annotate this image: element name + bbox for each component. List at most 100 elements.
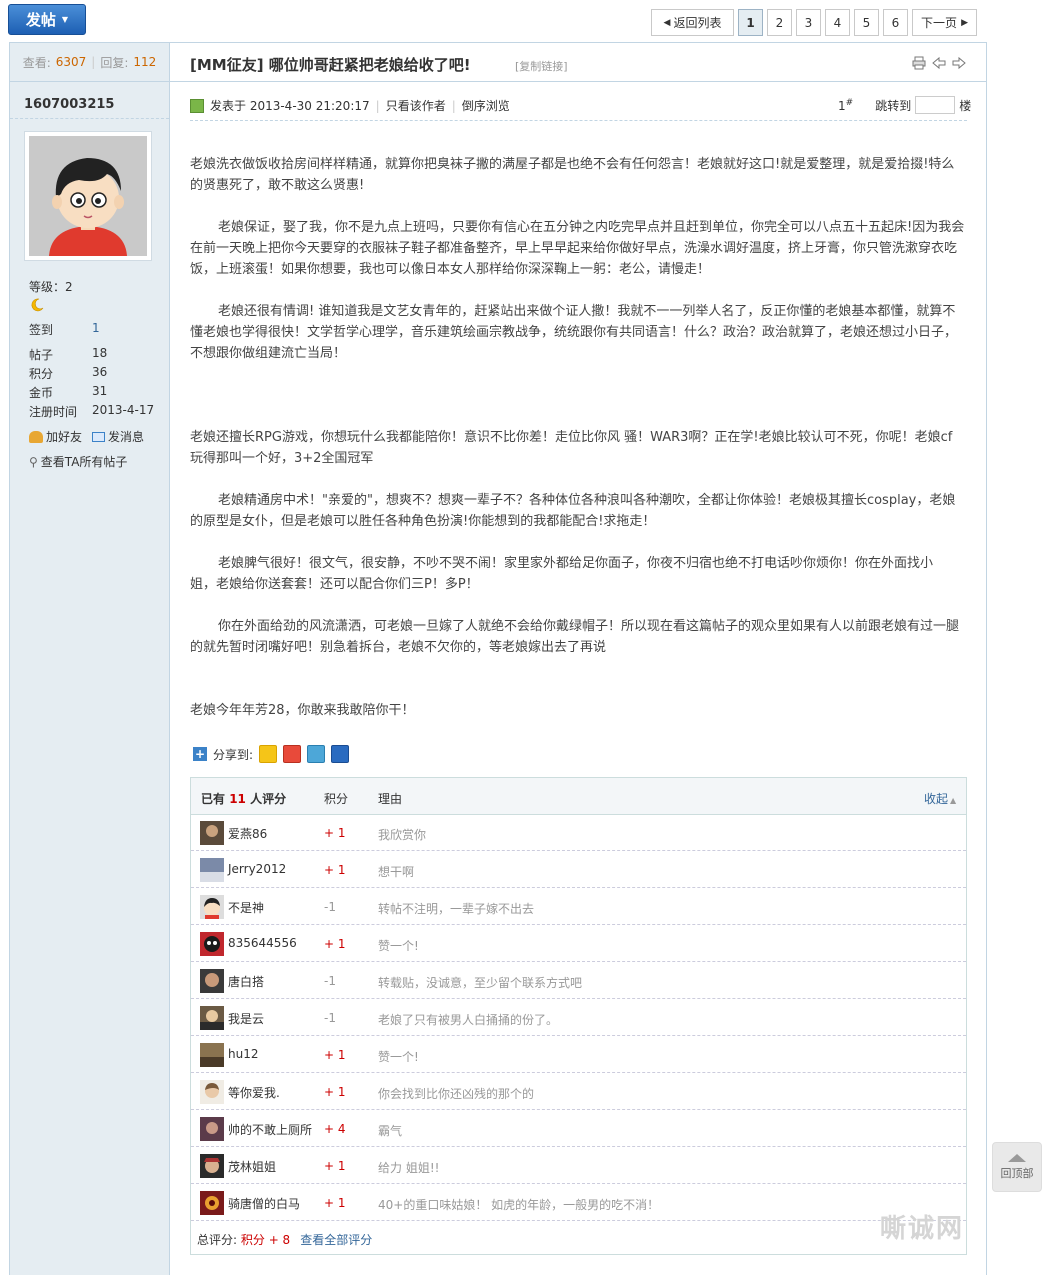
ratings-col-score: 积分 — [324, 792, 349, 806]
view-all-ratings-link[interactable]: 查看全部评分 — [300, 1231, 372, 1248]
weibo-share-icon[interactable] — [283, 745, 302, 763]
send-message-link[interactable]: 发消息 — [92, 428, 144, 445]
ratings-count: 已有 11 人评分 — [201, 790, 286, 807]
table-row — [191, 851, 966, 888]
post-paragraph: 老娘还很有情调! 谁知道我是文艺女青年的，赶紧站出来做个证人撒！我就不一一列举人… — [190, 304, 958, 361]
back-to-list-label: 返回列表 — [673, 16, 722, 30]
page-1[interactable]: 1 — [738, 9, 763, 36]
post-button[interactable]: 发帖 ▼ — [8, 4, 86, 35]
copy-link-button[interactable]: [复制链接] — [515, 58, 568, 74]
view-user-posts-label: 查看TA所有帖子 — [40, 455, 128, 469]
page-3[interactable]: 3 — [796, 9, 821, 36]
rating-score: -1 — [324, 974, 336, 988]
rater-name[interactable]: 茂林姐姐 — [228, 1158, 276, 1175]
next-page-button[interactable]: 下一页 ▶ — [912, 9, 977, 36]
stats-divider: | — [91, 55, 96, 69]
tencent-weibo-share-icon[interactable] — [307, 745, 326, 763]
rater-name[interactable]: 不是神 — [228, 899, 264, 916]
rater-avatar[interactable] — [200, 821, 224, 845]
collapse-ratings-button[interactable]: 收起 ▲ — [924, 790, 956, 807]
next-page-label: 下一页 — [921, 16, 958, 30]
prev-thread-icon[interactable] — [932, 56, 946, 70]
table-row — [191, 925, 966, 962]
rater-name[interactable]: Jerry2012 — [228, 862, 286, 876]
rater-avatar[interactable] — [200, 969, 224, 993]
author-name[interactable]: 1607003215 — [24, 97, 114, 112]
rater-avatar[interactable] — [200, 932, 224, 956]
avatar-image — [29, 136, 147, 256]
rating-score: + 1 — [324, 826, 346, 840]
floor-jump: 1# 跳转到 楼 — [838, 96, 971, 114]
site-watermark: 嘶诚网 — [880, 1214, 965, 1244]
rater-avatar[interactable] — [200, 1154, 224, 1178]
ratings-prefix: 已有 — [201, 792, 226, 806]
add-friend-label: 加好友 — [46, 430, 83, 444]
field-value-coins: 31 — [92, 384, 108, 398]
rater-avatar[interactable] — [200, 895, 224, 919]
rater-avatar[interactable] — [200, 858, 224, 882]
page-6[interactable]: 6 — [883, 9, 908, 36]
share-plus-icon: + — [193, 747, 207, 761]
back-to-list-button[interactable]: ◀ 返回列表 — [651, 9, 734, 36]
post-time: 发表于 2013-4-30 21:20:17 — [210, 99, 370, 113]
floor-number-value: 1 — [838, 98, 846, 113]
rater-name[interactable]: 爱燕86 — [228, 825, 267, 842]
thread-stats: 查看: 6307 | 回复: 112 — [10, 43, 169, 82]
post-paragraph: 老娘精通房中术！"亲爱的"，想爽不？想爽一辈子不？各种体位各种浪叫各种潮吹，全都… — [190, 493, 956, 529]
page-2[interactable]: 2 — [767, 9, 792, 36]
ratings-col-reason: 理由 — [378, 792, 403, 806]
table-row — [191, 1036, 966, 1073]
avatar[interactable] — [24, 131, 152, 261]
online-status-icon — [190, 98, 204, 113]
rater-avatar[interactable] — [200, 1043, 224, 1067]
total-score-value: 积分 + 8 — [240, 1233, 291, 1247]
add-friend-link[interactable]: 加好友 — [29, 428, 82, 445]
table-row — [191, 1147, 966, 1184]
field-label-posts: 帖子 — [29, 348, 54, 362]
collapse-label: 收起 — [924, 792, 949, 806]
rater-name[interactable]: 等你爱我. — [228, 1084, 280, 1101]
post-paragraph: 老娘洗衣做饭收拾房间样样精通，就算你把臭袜子撇的满屋子都是也绝不会有任何怨言！老… — [190, 157, 955, 193]
rater-name[interactable]: 835644556 — [228, 936, 297, 950]
rater-name[interactable]: 唐白搭 — [228, 973, 264, 990]
pagination: ◀ 返回列表 1 2 3 4 5 6 下一页 ▶ — [651, 9, 977, 36]
search-icon: ⚲ — [29, 454, 38, 469]
post-paragraph: 老娘还擅长RPG游戏，你想玩什么我都能陪你！意识不比你差！走位比你风 骚！WAR… — [190, 430, 953, 466]
field-value-posts[interactable]: 18 — [92, 346, 107, 360]
back-to-top-label: 回顶部 — [1000, 1166, 1034, 1180]
post-paragraph: 老娘脾气很好！很文气，很安静，不吵不哭不闹！家里家外都给足你面子，你夜不归宿也绝… — [190, 556, 1038, 592]
rater-name[interactable]: 我是云 — [228, 1010, 264, 1027]
table-row — [191, 1073, 966, 1110]
table-row — [191, 888, 966, 925]
floor-jump-input[interactable] — [915, 96, 956, 114]
rating-score: + 1 — [324, 1085, 346, 1099]
post-paragraph: 你在外面给劲的风流潇洒，可老娘一旦嫁了人就绝不会给你戴绿帽子！所以现在看这篇帖子… — [190, 619, 960, 655]
next-thread-icon[interactable] — [952, 56, 966, 70]
page-5[interactable]: 5 — [854, 9, 879, 36]
rater-avatar[interactable] — [200, 1006, 224, 1030]
rating-score: + 1 — [324, 1159, 346, 1173]
print-icon[interactable] — [912, 56, 926, 70]
view-user-posts-link[interactable]: ⚲ 查看TA所有帖子 — [29, 453, 127, 470]
rater-name[interactable]: hu12 — [228, 1047, 258, 1061]
ratings-suffix: 人评分 — [250, 792, 287, 806]
field-value-checkin[interactable]: 1 — [92, 321, 100, 335]
rating-reason: 转载贴，没诚意，至少留个联系方式吧 — [378, 976, 583, 990]
rater-avatar[interactable] — [200, 1191, 224, 1215]
rater-name[interactable]: 帅的不敢上厕所 — [228, 1121, 312, 1138]
rating-reason: 给力 姐姐!! — [378, 1161, 440, 1175]
renren-share-icon[interactable] — [331, 745, 350, 763]
rating-reason: 赞一个! — [378, 1050, 419, 1064]
only-author-link[interactable]: 只看该作者 — [386, 97, 446, 114]
total-score: 总评分: 积分 + 8 — [197, 1231, 290, 1248]
rater-avatar[interactable] — [200, 1117, 224, 1141]
moon-icon — [29, 297, 45, 316]
post-meta: 发表于 2013-4-30 21:20:17 | 只看该作者 | 倒序浏览 — [190, 97, 510, 114]
page-4[interactable]: 4 — [825, 9, 850, 36]
reverse-order-link[interactable]: 倒序浏览 — [462, 97, 510, 114]
rater-name[interactable]: 骑唐僧的白马 — [228, 1195, 300, 1212]
qzone-share-icon[interactable] — [259, 745, 278, 763]
back-to-top-button[interactable]: 回顶部 — [992, 1142, 1042, 1192]
rater-avatar[interactable] — [200, 1080, 224, 1104]
field-label-points: 积分 — [29, 367, 54, 381]
